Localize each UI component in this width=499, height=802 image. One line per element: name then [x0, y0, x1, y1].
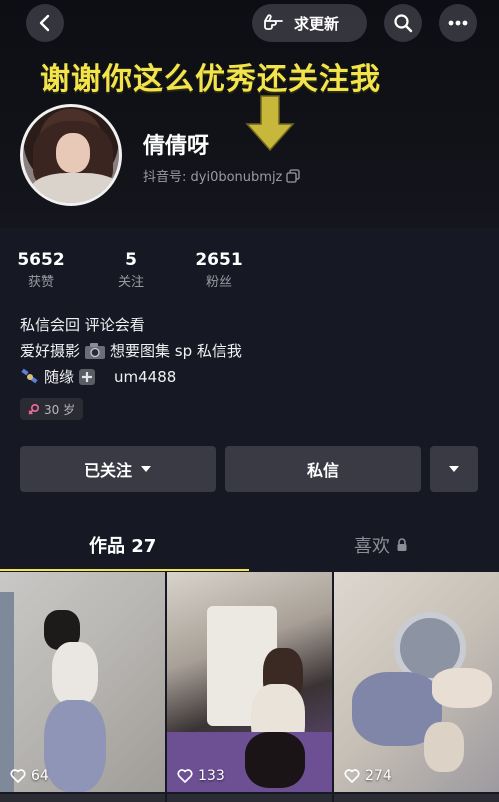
stats-row: 5652 获赞 5 关注 2651 粉丝	[17, 250, 243, 290]
tab-likes[interactable]: 喜欢	[354, 532, 408, 558]
heart-icon	[10, 769, 26, 783]
tab-works[interactable]: 作品 27	[89, 532, 156, 558]
following-label: 已关注	[83, 461, 132, 480]
douyin-id: 抖音号: dyi0bonubmjz	[143, 166, 301, 185]
lock-icon	[397, 538, 407, 551]
like-count-value: 64	[31, 768, 49, 784]
like-count: 64	[10, 768, 49, 784]
message-button[interactable]: 私信	[225, 446, 421, 492]
request-update-button[interactable]: 求更新	[252, 4, 367, 42]
douyin-id-text: 抖音号: dyi0bonubmjz	[143, 170, 283, 185]
bio-text: 想要图集 sp 私信我	[110, 342, 242, 360]
plus-icon	[79, 369, 96, 385]
more-options-button[interactable]	[439, 4, 477, 42]
like-count: 274	[344, 768, 392, 784]
copy-icon[interactable]	[286, 168, 301, 183]
avatar[interactable]	[20, 104, 122, 206]
stat-label: 关注	[117, 275, 144, 290]
message-label: 私信	[306, 461, 339, 480]
stat-value: 2651	[195, 250, 243, 270]
stat-label: 粉丝	[205, 275, 232, 290]
pointing-hand-icon	[264, 14, 283, 30]
female-icon	[28, 403, 40, 415]
video-thumbnail[interactable]	[0, 794, 165, 802]
more-dots-icon	[448, 20, 468, 26]
bio: 私信会回 评论会看 爱好摄影 想要图集 sp 私信我 随缘 um4488	[20, 312, 242, 390]
bio-text: 随缘	[44, 368, 75, 386]
profile-header: 求更新 谢谢你这么优秀还关注我 倩倩呀 抖音号: dyi0bonubmjz	[0, 0, 499, 228]
following-button[interactable]: 已关注	[20, 446, 216, 492]
nickname: 倩倩呀	[143, 134, 210, 159]
bio-text: 爱好摄影	[20, 342, 81, 360]
bio-line: 爱好摄影 想要图集 sp 私信我	[20, 338, 242, 364]
video-thumbnail[interactable]: 64	[0, 572, 165, 792]
stat-value: 5	[125, 250, 137, 270]
heart-icon	[344, 769, 360, 783]
recommend-dropdown-button[interactable]	[430, 446, 478, 492]
banner-text: 谢谢你这么优秀还关注我	[40, 62, 381, 97]
heart-icon	[177, 769, 193, 783]
down-arrow-icon	[245, 95, 295, 152]
bio-text: um4488	[114, 368, 177, 386]
tab-likes-label: 喜欢	[354, 536, 390, 557]
satellite-icon	[21, 368, 38, 384]
like-count-value: 133	[198, 768, 225, 784]
request-update-label: 求更新	[294, 14, 340, 33]
stat-value: 5652	[17, 250, 65, 270]
search-icon	[394, 14, 413, 33]
video-thumbnail[interactable]: 133	[167, 572, 332, 792]
like-count-value: 274	[365, 768, 392, 784]
video-thumbnail[interactable]	[334, 794, 499, 802]
age-label: 30 岁	[44, 402, 76, 417]
age-tag: 30 岁	[20, 398, 84, 420]
camera-icon	[85, 343, 106, 359]
chevron-left-icon	[39, 14, 50, 32]
like-count: 133	[177, 768, 225, 784]
video-thumbnail[interactable]	[167, 794, 332, 802]
stat-label: 获赞	[27, 275, 54, 290]
stat-following[interactable]: 5 关注	[110, 250, 152, 290]
profile-card: 5652 获赞 5 关注 2651 粉丝 私信会回 评论会看 爱好摄影 想要图集…	[0, 228, 499, 802]
caret-down-icon	[449, 466, 459, 472]
bio-text: 私信会回 评论会看	[20, 316, 145, 334]
tab-indicator	[0, 569, 249, 571]
stat-followers[interactable]: 2651 粉丝	[195, 250, 243, 290]
stat-likes[interactable]: 5652 获赞	[17, 250, 65, 290]
back-button[interactable]	[26, 4, 64, 42]
bio-line: 随缘 um4488	[20, 364, 242, 390]
caret-down-icon	[141, 466, 151, 472]
tab-works-label: 作品 27	[89, 536, 157, 557]
video-thumbnail[interactable]: 274	[334, 572, 499, 792]
bio-line: 私信会回 评论会看	[20, 312, 242, 338]
search-button[interactable]	[384, 4, 422, 42]
content-tabs: 作品 27 喜欢	[0, 526, 499, 570]
